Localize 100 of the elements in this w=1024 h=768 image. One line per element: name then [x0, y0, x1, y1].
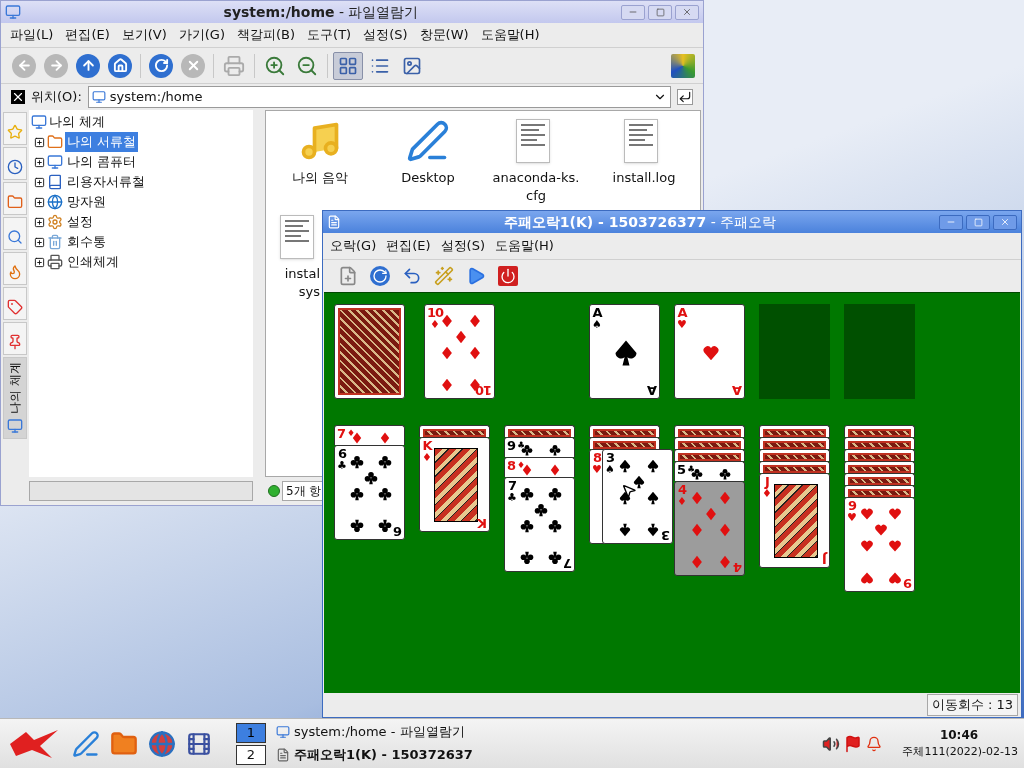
minimize-button[interactable]: [939, 214, 963, 230]
card-rank: 7: [507, 479, 516, 492]
tree-item[interactable]: 나의 서류철: [65, 132, 139, 152]
go-icon[interactable]: [677, 89, 693, 105]
card-back[interactable]: [674, 425, 745, 437]
monitor-icon: [31, 114, 47, 130]
card-back[interactable]: [674, 449, 745, 461]
file-label[interactable]: cfg: [526, 187, 546, 205]
view-button[interactable]: [333, 51, 363, 80]
power-icon: [498, 266, 518, 286]
card-back[interactable]: [759, 425, 830, 437]
playing-card[interactable]: A ♥ A: [674, 304, 745, 399]
card-back[interactable]: [844, 449, 915, 461]
file-label[interactable]: install.log: [612, 169, 676, 187]
maximize-button[interactable]: [966, 214, 990, 230]
card-back[interactable]: [759, 461, 830, 473]
expand-icon[interactable]: [34, 196, 45, 208]
playing-card[interactable]: 3 ♠ 3: [602, 449, 673, 544]
playing-card[interactable]: 9 ♥ 9: [844, 497, 915, 592]
card-back[interactable]: [844, 437, 915, 449]
pips-drawing: [689, 467, 733, 481]
playing-card[interactable]: A ♠ A: [589, 304, 660, 399]
menu-item[interactable]: 설정(S): [435, 236, 490, 256]
file-label[interactable]: sys: [298, 283, 320, 301]
tree-item[interactable]: 회수통: [65, 232, 108, 252]
playing-card[interactable]: 7♦: [334, 425, 405, 445]
card-back[interactable]: [759, 449, 830, 461]
menu-item[interactable]: 보기(V): [116, 25, 172, 45]
clear-icon[interactable]: [11, 90, 25, 104]
menu-item[interactable]: 가기(G): [173, 25, 230, 45]
card-back[interactable]: [334, 304, 405, 399]
menu-item[interactable]: 도움말(H): [475, 25, 545, 45]
sidebar-tab[interactable]: [3, 287, 27, 320]
playing-card[interactable]: 9♣: [504, 437, 575, 457]
media-launcher[interactable]: [186, 730, 212, 757]
tree-item[interactable]: 인쇄체계: [65, 252, 121, 272]
card-back[interactable]: [589, 425, 660, 437]
expand-icon[interactable]: [34, 216, 45, 228]
close-button[interactable]: [675, 4, 699, 20]
desktop-pager[interactable]: 1: [236, 722, 266, 743]
expand-icon[interactable]: [34, 156, 45, 168]
sidebar-tab[interactable]: [3, 322, 27, 355]
menu-item[interactable]: 도구(T): [302, 25, 357, 45]
card-back[interactable]: [844, 485, 915, 497]
expand-icon[interactable]: [34, 136, 45, 148]
expand-icon[interactable]: [34, 256, 45, 268]
sidebar-tab[interactable]: 나의 체계: [3, 357, 27, 439]
file-label[interactable]: instal: [284, 265, 320, 283]
trash-icon: [47, 234, 63, 250]
file-label[interactable]: anaconda-ks.: [492, 169, 580, 187]
playing-card[interactable]: J ♦ J: [759, 473, 830, 568]
flag-icon[interactable]: [844, 734, 862, 753]
bell-icon[interactable]: [866, 735, 882, 752]
browser-launcher[interactable]: [148, 729, 176, 758]
speaker-muted-icon[interactable]: [822, 734, 840, 753]
expand-icon[interactable]: [34, 176, 45, 188]
card-back[interactable]: [504, 425, 575, 437]
menu-item[interactable]: 편집(E): [60, 25, 115, 45]
tree-item[interactable]: 나의 콤퓨터: [65, 152, 139, 172]
card-back[interactable]: [759, 437, 830, 449]
clock[interactable]: 10:46: [939, 726, 979, 745]
close-button[interactable]: [993, 214, 1017, 230]
location-field[interactable]: system:/home: [87, 86, 671, 108]
sidebar-tab[interactable]: [3, 252, 27, 285]
card-back[interactable]: [589, 437, 660, 449]
playing-card[interactable]: 8♦: [504, 457, 575, 477]
tree-item[interactable]: 나의 체계: [31, 112, 108, 132]
playing-card[interactable]: 10 ♦ 10: [424, 304, 495, 399]
card-back[interactable]: [844, 425, 915, 437]
menu-item[interactable]: 설정(S): [358, 25, 413, 45]
card-back[interactable]: [844, 461, 915, 473]
tree-item[interactable]: 리용자서류철: [65, 172, 147, 192]
file-label[interactable]: Desktop: [401, 169, 455, 187]
tree-item[interactable]: 설정: [65, 212, 95, 232]
menu-item[interactable]: 창문(W): [414, 25, 474, 45]
tree-item[interactable]: 망자원: [65, 192, 108, 212]
quit-button[interactable]: [495, 263, 521, 289]
menu-item[interactable]: 책갈피(B): [232, 25, 301, 45]
playing-card[interactable]: K ♦ K: [419, 437, 490, 532]
task-button[interactable]: system:/home - 파일열람기: [276, 721, 536, 743]
files-launcher[interactable]: [110, 729, 138, 758]
sidebar-tab[interactable]: [3, 217, 27, 250]
playing-card[interactable]: 5♣: [674, 461, 745, 481]
menu-item[interactable]: 오락(G): [325, 236, 382, 256]
editor-launcher[interactable]: [72, 729, 100, 758]
sidebar-tab[interactable]: [3, 147, 27, 180]
card-back[interactable]: [419, 425, 490, 437]
card-back[interactable]: [674, 437, 745, 449]
card-suit: ♦: [430, 319, 440, 330]
menu-item[interactable]: 편집(E): [381, 236, 436, 256]
menu-item[interactable]: 파일(L): [5, 25, 59, 45]
menu-item[interactable]: 도움말(H): [490, 236, 559, 256]
sidebar-tab[interactable]: [3, 182, 27, 215]
expand-icon[interactable]: [34, 236, 45, 248]
card-back[interactable]: [844, 473, 915, 485]
task-button[interactable]: 주패오락1(K) - 150372637: [276, 744, 536, 766]
playing-card[interactable]: 7 ♣ 7: [504, 477, 575, 572]
playing-card[interactable]: 6 ♣ 6: [334, 445, 405, 540]
file-label[interactable]: 나의 음악: [291, 169, 349, 187]
desktop-pager[interactable]: 2: [236, 744, 266, 765]
